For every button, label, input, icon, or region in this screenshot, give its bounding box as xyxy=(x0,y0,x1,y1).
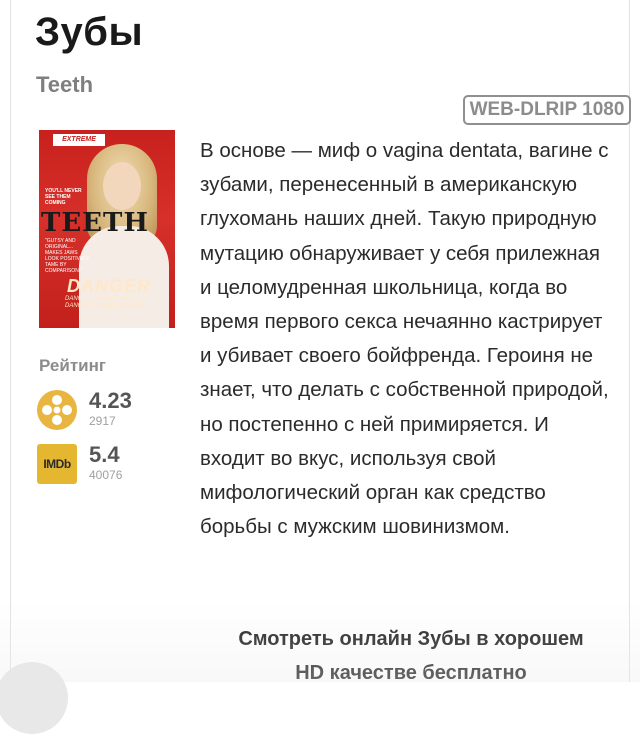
imdb-vote-count: 40076 xyxy=(89,468,123,482)
original-title: Teeth xyxy=(36,72,94,97)
watch-online-link[interactable]: Смотреть онлайн Зубы в хорошем HD качест… xyxy=(191,622,631,690)
poster-danger-word: DANGER xyxy=(67,276,152,296)
movie-poster[interactable]: EXTREME YOU'LL NEVER SEE THEM COMING TEE… xyxy=(39,130,175,328)
floating-action-button[interactable] xyxy=(0,662,68,734)
poster-danger-lines: DANGER DANGER DANGER DANGER DANGER DANGE… xyxy=(65,296,146,309)
movie-card: Зубы Teeth WEB-DLRIP 1080 EXTREME YOU'LL… xyxy=(10,0,631,684)
kinopoisk-rating-value: 4.23 xyxy=(89,388,132,413)
imdb-logo-icon: IMDb xyxy=(37,444,77,484)
poster-tagline: YOU'LL NEVER SEE THEM COMING xyxy=(45,188,82,206)
poster-title-word: TEETH xyxy=(41,208,149,238)
kinopoisk-vote-count: 2917 xyxy=(89,414,116,428)
quality-badge: WEB-DLRIP 1080 xyxy=(463,95,631,125)
poster-quote: "GUTSY AND ORIGINAL... MAKES JAWS LOOK P… xyxy=(45,238,89,274)
watch-link-line-2: HD качестве бесплатно xyxy=(295,662,527,684)
movie-title: Зубы xyxy=(35,10,144,54)
watch-link-line-1: Смотреть онлайн Зубы в хорошем xyxy=(238,628,584,650)
poster-top-strip: EXTREME xyxy=(53,134,105,146)
rating-label: Рейтинг xyxy=(39,356,106,375)
poster-figure-face xyxy=(103,162,141,210)
imdb-rating-value: 5.4 xyxy=(89,442,120,467)
movie-description: В основе — миф о vagina dentata, вагине … xyxy=(200,139,609,539)
film-reel-icon xyxy=(37,390,77,430)
